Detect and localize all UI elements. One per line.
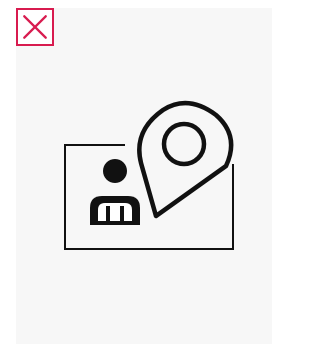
- person-icon: [90, 196, 140, 225]
- close-button[interactable]: [16, 8, 54, 46]
- location-pin-icon: [137, 100, 234, 219]
- person-head-icon: [103, 159, 127, 183]
- contact-location-illustration: [64, 100, 234, 250]
- close-icon: [23, 15, 47, 39]
